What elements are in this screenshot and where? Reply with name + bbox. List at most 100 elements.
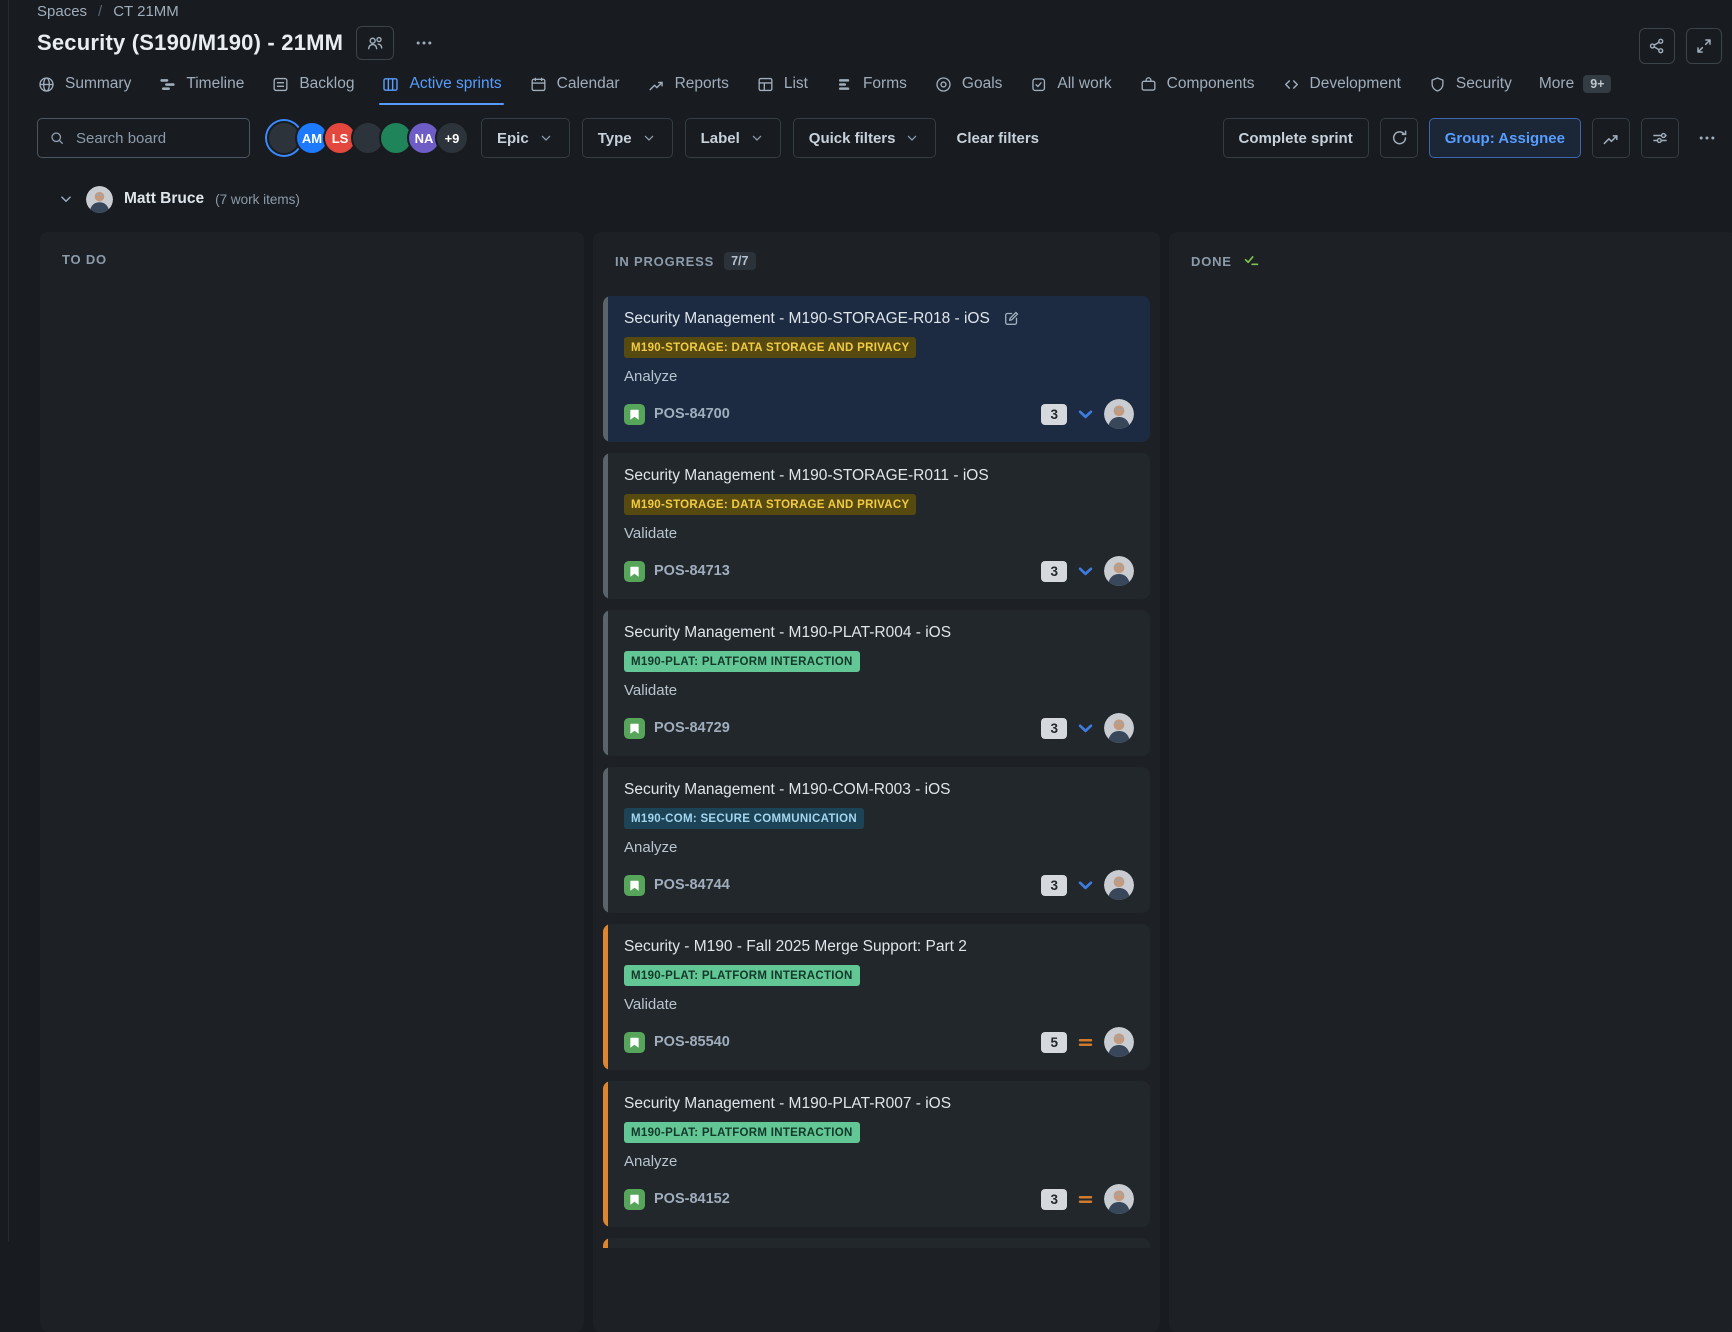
card-accent-bar (603, 453, 608, 599)
card-key: POS-84152 (654, 1191, 730, 1207)
clear-filters-button[interactable]: Clear filters (948, 130, 1047, 147)
filter-dropdown-quick-filters[interactable]: Quick filters (793, 118, 937, 158)
story-points-badge: 3 (1041, 1189, 1067, 1210)
card-status: Analyze (624, 839, 1134, 858)
chevron-down-icon (749, 130, 765, 146)
breadcrumb-spaces[interactable]: Spaces (37, 3, 87, 20)
story-type-icon (624, 404, 645, 425)
left-panel-edge (8, 0, 9, 1242)
card-label-chip: M190-COM: SECURE COMMUNICATION (624, 808, 864, 829)
tab-summary[interactable]: Summary (37, 63, 131, 105)
board-card[interactable]: Security Management - M190-STORAGE-R018 … (603, 296, 1150, 442)
card-accent-bar (603, 1238, 608, 1248)
tab-components[interactable]: Components (1139, 63, 1255, 105)
bag-icon (1139, 75, 1158, 94)
target-icon (934, 75, 953, 94)
priority-medium-icon (1076, 1190, 1095, 1209)
ellipsis-icon (414, 33, 434, 53)
board-toolbar: AM LS NA +9 Epic Type Label Quick filter… (37, 118, 1724, 158)
column-header-done: DONE (1179, 248, 1726, 297)
tab-more[interactable]: More 9+ (1539, 63, 1612, 105)
filter-dropdown-label[interactable]: Label (685, 118, 781, 158)
column-title: IN PROGRESS (615, 254, 714, 269)
card-status: Validate (624, 682, 1134, 701)
card-key: POS-84700 (654, 406, 730, 422)
toolbar-more-button[interactable] (1690, 118, 1724, 158)
group-by-assignee-button[interactable]: Group: Assignee (1429, 118, 1581, 158)
assignee-avatar[interactable] (1104, 556, 1134, 586)
window-actions (1639, 28, 1722, 64)
card-label-chip: M190-PLAT: PLATFORM INTERACTION (624, 1122, 860, 1143)
chevron-down-icon (538, 130, 554, 146)
card-accent-bar (603, 924, 608, 1070)
column-count-badge: 7/7 (724, 252, 755, 270)
assignee-avatar[interactable] (1104, 1184, 1134, 1214)
board-card[interactable]: Security - M190 - Fall 2025 Merge Suppor… (603, 924, 1150, 1070)
card-title: Security - M190 - Fall 2025 Merge Suppor… (624, 938, 967, 956)
priority-low-icon (1076, 405, 1095, 424)
search-board-field[interactable] (37, 118, 250, 158)
assignee-avatar[interactable] (1104, 1027, 1134, 1057)
fullscreen-button[interactable] (1686, 28, 1722, 64)
filter-dropdown-type[interactable]: Type (582, 118, 673, 158)
card-label-chip: M190-PLAT: PLATFORM INTERACTION (624, 651, 860, 672)
card-key: POS-84713 (654, 563, 730, 579)
story-points-badge: 3 (1041, 561, 1067, 582)
breadcrumb: Spaces / CT 21MM (37, 0, 1724, 20)
code-icon (1282, 75, 1301, 94)
card-status: Validate (624, 996, 1134, 1015)
story-type-icon (624, 875, 645, 896)
assignee-avatar[interactable] (1104, 713, 1134, 743)
complete-sprint-button[interactable]: Complete sprint (1223, 118, 1369, 158)
avatar-overflow-count[interactable]: +9 (435, 121, 469, 155)
swimlane-header: Matt Bruce (7 work items) (57, 184, 1732, 214)
tab-forms[interactable]: Forms (835, 63, 907, 105)
tab-backlog[interactable]: Backlog (271, 63, 354, 105)
story-type-icon (624, 1032, 645, 1053)
assignee-avatar[interactable] (1104, 870, 1134, 900)
board-card[interactable]: Security Management - M190-PLAT-R007 - i… (603, 1081, 1150, 1227)
column-title: TO DO (62, 252, 107, 267)
tab-active-sprints[interactable]: Active sprints (381, 63, 501, 105)
card-title: Security Management - M190-STORAGE-R018 … (624, 310, 990, 328)
column-header-todo: TO DO (50, 248, 574, 293)
edit-summary-button[interactable] (1002, 309, 1021, 328)
tab-goals[interactable]: Goals (934, 63, 1003, 105)
filter-dropdown-epic[interactable]: Epic (481, 118, 570, 158)
board-settings-button[interactable] (1641, 118, 1679, 158)
swimlane-item-count: (7 work items) (215, 192, 300, 207)
board-card-partial[interactable] (603, 1238, 1150, 1248)
tab-reports[interactable]: Reports (647, 63, 729, 105)
board-people-button[interactable] (356, 26, 394, 60)
insights-button[interactable] (1592, 118, 1630, 158)
assignee-avatar-filters: AM LS NA +9 (267, 121, 469, 155)
card-title: Security Management - M190-STORAGE-R011 … (624, 467, 989, 485)
assignee-avatar[interactable] (1104, 399, 1134, 429)
search-input[interactable] (74, 129, 239, 148)
column-title: DONE (1191, 254, 1232, 269)
story-points-badge: 3 (1041, 404, 1067, 425)
tab-development[interactable]: Development (1282, 63, 1401, 105)
story-points-badge: 3 (1041, 718, 1067, 739)
card-key: POS-84729 (654, 720, 730, 736)
collapse-chevron-icon[interactable] (57, 190, 75, 208)
board-card[interactable]: Security Management - M190-COM-R003 - iO… (603, 767, 1150, 913)
tab-all-work[interactable]: All work (1029, 63, 1111, 105)
board-card[interactable]: Security Management - M190-STORAGE-R011 … (603, 453, 1150, 599)
share-button[interactable] (1639, 28, 1675, 64)
table-icon (756, 75, 775, 94)
tab-timeline[interactable]: Timeline (158, 63, 244, 105)
card-label-chip: M190-PLAT: PLATFORM INTERACTION (624, 965, 860, 986)
tab-calendar[interactable]: Calendar (529, 63, 620, 105)
column-cards-inprogress: Security Management - M190-STORAGE-R018 … (603, 296, 1150, 1248)
card-accent-bar (603, 1081, 608, 1227)
tab-list[interactable]: List (756, 63, 808, 105)
board-card[interactable]: Security Management - M190-PLAT-R004 - i… (603, 610, 1150, 756)
page-title: Security (S190/M190) - 21MM (37, 30, 343, 56)
board-column-done: DONE (1169, 232, 1732, 1332)
title-more-button[interactable] (407, 26, 441, 60)
refresh-icon-button[interactable] (1380, 118, 1418, 158)
tab-security[interactable]: Security (1428, 63, 1512, 105)
sliders-icon (1650, 128, 1670, 148)
breadcrumb-project[interactable]: CT 21MM (113, 3, 179, 20)
